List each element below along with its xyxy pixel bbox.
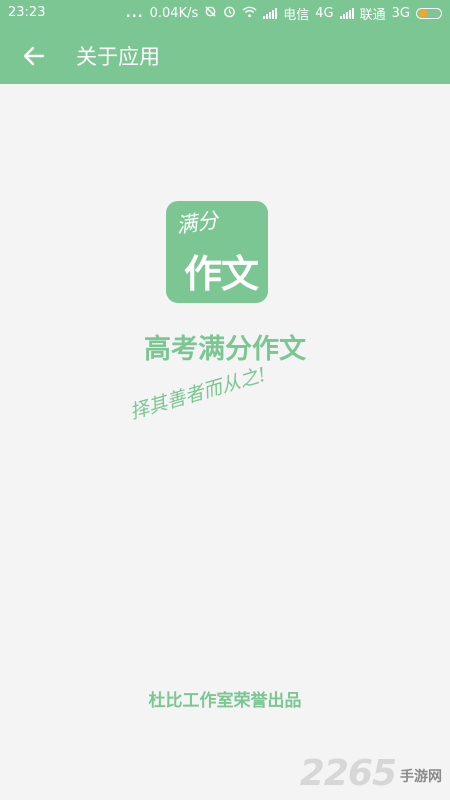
app-bar: 关于应用: [0, 26, 450, 84]
carrier-1: 电信: [283, 8, 310, 23]
watermark: 2265 手游网: [300, 753, 442, 794]
slogan: 择其善者而从之!: [127, 363, 269, 424]
logo-top-text: 满分: [174, 208, 220, 238]
signal-icon: [263, 8, 278, 19]
status-right: ... 0.04K/s 电信 4G 联通 3G: [126, 4, 442, 23]
status-dots: ...: [125, 6, 144, 21]
arrow-left-icon[interactable]: [20, 42, 48, 70]
network-type-1: 4G: [315, 6, 334, 21]
app-name: 高考满分作文: [144, 334, 306, 365]
sync-off-icon: [204, 5, 217, 22]
watermark-text: 手游网: [400, 769, 442, 785]
carrier-2: 联通: [359, 8, 386, 23]
logo-main-text: 作文: [184, 252, 259, 296]
network-speed: 0.04K/s: [149, 6, 199, 21]
wifi-icon: [242, 6, 257, 22]
alarm-icon: [223, 5, 236, 22]
credit-text: 杜比工作室荣誉出品: [148, 691, 302, 711]
watermark-number: 2265: [299, 753, 397, 794]
battery-fill: [419, 10, 427, 17]
signal-icon: [339, 8, 354, 19]
page-title: 关于应用: [76, 45, 160, 69]
status-bar: 23:23 ... 0.04K/s 电信 4G 联通 3G: [0, 0, 450, 26]
battery-icon: [416, 8, 442, 19]
status-time: 23:23: [8, 5, 46, 20]
network-type-2: 3G: [391, 6, 410, 21]
app-logo: 满分 作文: [166, 201, 268, 303]
